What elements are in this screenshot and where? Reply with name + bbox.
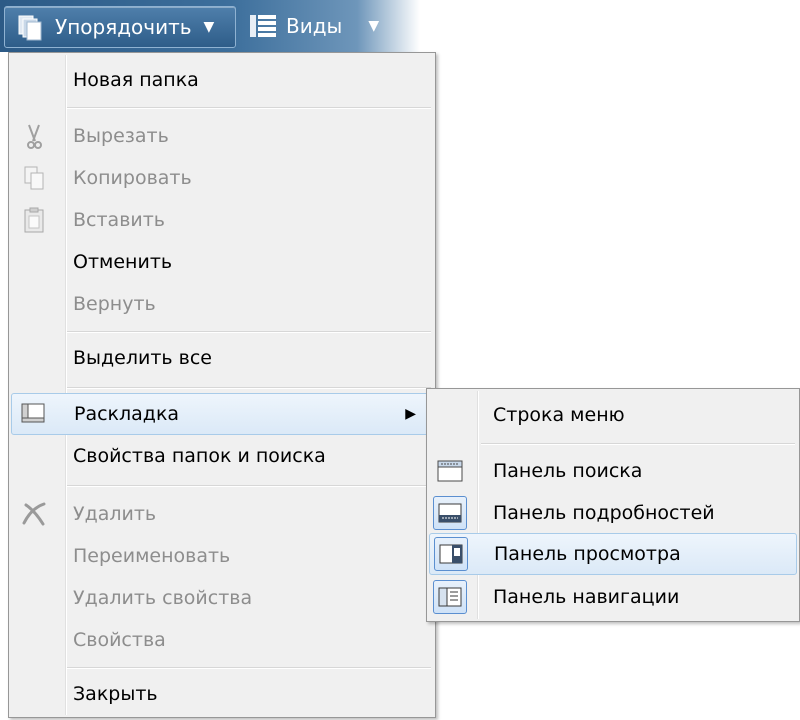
- menu-item-rename[interactable]: Переименовать: [11, 537, 433, 575]
- submenu-item-search-pane[interactable]: Панель поиска: [429, 451, 797, 491]
- organize-icon: [18, 15, 42, 41]
- submenu-item-label: Панель поиска: [493, 460, 643, 482]
- menu-item-redo[interactable]: Вернуть: [11, 285, 433, 323]
- menu-item-layout[interactable]: Раскладка ▶: [11, 393, 433, 435]
- menu-item-remove-properties[interactable]: Удалить свойства: [11, 579, 433, 617]
- details-pane-icon: [433, 496, 467, 530]
- submenu-item-label: Панель подробностей: [493, 502, 715, 524]
- submenu-item-menu-bar[interactable]: Строка меню: [429, 395, 797, 435]
- organize-menu: Новая папка Вырезать Копировать Вставить…: [8, 52, 436, 718]
- menu-item-label: Вернуть: [73, 293, 156, 315]
- layout-submenu: Строка меню Панель поиска Панель подробн…: [426, 388, 800, 622]
- submenu-item-label: Панель навигации: [493, 586, 680, 608]
- navigation-pane-icon: [433, 580, 467, 614]
- submenu-item-preview-pane[interactable]: Панель просмотра: [429, 533, 797, 575]
- command-bar: Упорядочить ▼ Виды ▼: [0, 0, 420, 52]
- menu-item-label: Закрыть: [73, 683, 158, 705]
- menu-item-label: Новая папка: [73, 69, 199, 91]
- views-button[interactable]: Виды ▼: [246, 6, 396, 46]
- menu-separator: [67, 107, 431, 109]
- menu-item-label: Вырезать: [73, 125, 169, 147]
- submenu-item-navigation-pane[interactable]: Панель навигации: [429, 577, 797, 617]
- organize-button[interactable]: Упорядочить ▼: [4, 6, 236, 48]
- menu-item-label: Переименовать: [73, 545, 231, 567]
- chevron-right-icon: ▶: [405, 406, 416, 422]
- menu-item-label: Раскладка: [74, 403, 180, 425]
- menu-item-folder-options[interactable]: Свойства папок и поиска: [11, 437, 433, 475]
- menu-item-new-folder[interactable]: Новая папка: [11, 61, 433, 99]
- menu-item-label: Свойства: [73, 629, 166, 651]
- scissors-icon: [27, 124, 42, 149]
- submenu-separator: [481, 443, 795, 445]
- menu-item-label: Выделить все: [73, 347, 212, 369]
- menu-separator: [67, 387, 431, 389]
- paste-icon: [24, 207, 44, 233]
- menu-separator: [67, 331, 431, 333]
- menu-item-cut[interactable]: Вырезать: [11, 117, 433, 155]
- delete-icon: [22, 502, 46, 526]
- menu-item-select-all[interactable]: Выделить все: [11, 339, 433, 377]
- views-label: Виды: [286, 14, 343, 38]
- submenu-item-details-pane[interactable]: Панель подробностей: [429, 493, 797, 533]
- menu-item-delete[interactable]: Удалить: [11, 495, 433, 533]
- submenu-item-label: Строка меню: [493, 404, 625, 426]
- menu-separator: [67, 667, 431, 669]
- submenu-item-label: Панель просмотра: [494, 543, 681, 565]
- chevron-down-icon: ▼: [368, 18, 380, 34]
- copy-icon: [24, 166, 44, 190]
- chevron-down-icon: ▼: [203, 19, 215, 35]
- menu-item-properties[interactable]: Свойства: [11, 621, 433, 659]
- menu-separator: [67, 485, 431, 487]
- menu-item-label: Отменить: [73, 251, 173, 273]
- menu-item-label: Удалить свойства: [73, 587, 253, 609]
- menu-item-label: Копировать: [73, 167, 192, 189]
- menu-item-copy[interactable]: Копировать: [11, 159, 433, 197]
- menu-item-label: Свойства папок и поиска: [73, 445, 326, 467]
- search-pane-icon: [433, 454, 467, 488]
- menu-item-label: Удалить: [73, 503, 157, 525]
- menu-item-label: Вставить: [73, 209, 166, 231]
- menu-item-paste[interactable]: Вставить: [11, 201, 433, 239]
- preview-pane-icon: [434, 537, 468, 571]
- menu-item-undo[interactable]: Отменить: [11, 243, 433, 281]
- views-icon: [250, 15, 276, 37]
- layout-icon: [21, 403, 45, 423]
- organize-label: Упорядочить: [55, 15, 192, 39]
- menu-item-close[interactable]: Закрыть: [11, 675, 433, 713]
